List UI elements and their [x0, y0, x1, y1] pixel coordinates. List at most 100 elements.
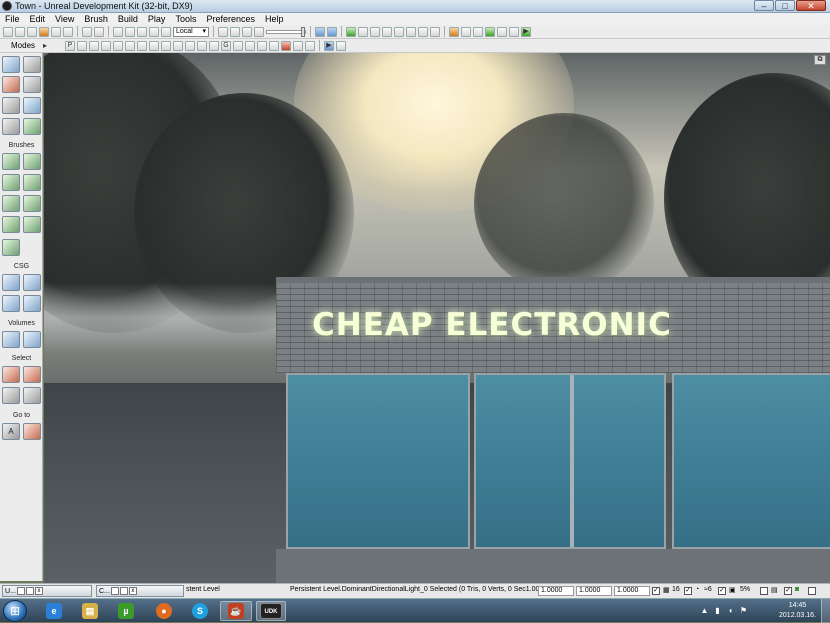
drag-x-field[interactable]: 1.0000 — [538, 586, 574, 596]
binoculars-icon[interactable] — [218, 26, 228, 37]
play-on-pc-icon[interactable] — [461, 26, 471, 37]
close-icon[interactable]: x — [128, 587, 137, 595]
texture-alignment-icon[interactable] — [23, 76, 41, 93]
wireframe-icon[interactable] — [89, 40, 99, 51]
translate-icon[interactable] — [125, 26, 135, 37]
menu-brush[interactable]: Brush — [79, 13, 113, 25]
coordinate-system-select[interactable]: Local ▾ — [173, 26, 209, 37]
game-view-button[interactable]: G — [221, 40, 231, 51]
cone-brush-icon[interactable] — [23, 153, 41, 170]
menu-play[interactable]: Play — [143, 13, 171, 25]
csg-subtract-icon[interactable] — [23, 274, 41, 291]
foliage-mode-icon[interactable] — [2, 118, 20, 135]
show-desktop-button[interactable] — [821, 599, 830, 623]
build-lighting-icon[interactable] — [358, 26, 368, 37]
undo-icon[interactable] — [82, 26, 92, 37]
mesh-paint-icon[interactable] — [2, 97, 20, 114]
extra-checkbox[interactable] — [808, 587, 816, 595]
invert-selection-icon[interactable] — [2, 387, 20, 404]
console-icon[interactable] — [473, 26, 483, 37]
close-button[interactable]: ✕ — [796, 0, 826, 11]
minimize-button[interactable]: – — [754, 0, 774, 11]
copy-icon[interactable] — [63, 26, 73, 37]
detail-lighting-icon[interactable] — [209, 40, 219, 51]
build-cover-icon[interactable] — [382, 26, 392, 37]
maximize-button[interactable]: □ — [775, 0, 795, 11]
show-all-icon[interactable] — [23, 387, 41, 404]
redo-icon[interactable] — [94, 26, 104, 37]
play-on-console-icon[interactable] — [485, 26, 495, 37]
volume-select-icon[interactable] — [23, 331, 41, 348]
build-all-icon[interactable] — [418, 26, 428, 37]
brush-wireframe-icon[interactable] — [101, 40, 111, 51]
cut-icon[interactable] — [51, 26, 61, 37]
maximize-viewport-icon[interactable]: ⧉ — [814, 55, 826, 65]
geometry-mode-icon[interactable] — [23, 56, 41, 73]
open-map-icon[interactable] — [15, 26, 25, 37]
grid-size-value[interactable]: 16 — [672, 586, 680, 593]
lightmass-icon[interactable] — [406, 26, 416, 37]
volume-icon[interactable]: ◖ — [726, 606, 735, 616]
build-paths-icon[interactable] — [370, 26, 380, 37]
minimized-window-2[interactable]: C... x — [96, 585, 184, 597]
light-complexity-icon[interactable] — [149, 40, 159, 51]
maximize-icon[interactable] — [119, 587, 128, 595]
play-in-viewport-icon[interactable] — [449, 26, 459, 37]
generic-browser-icon[interactable] — [230, 26, 240, 37]
start-button[interactable]: ⊞ — [3, 600, 27, 622]
realtime-icon[interactable] — [77, 40, 87, 51]
lock-icon[interactable] — [233, 40, 243, 51]
kismet-icon[interactable] — [242, 26, 252, 37]
build-geometry-icon[interactable] — [346, 26, 356, 37]
slider-thumb[interactable] — [301, 26, 305, 37]
camera-icon[interactable] — [257, 40, 267, 51]
lit-icon[interactable] — [125, 40, 135, 51]
landscape-mode-icon[interactable] — [23, 97, 41, 114]
submit-icon[interactable] — [430, 26, 440, 37]
spiral-stair-brush-icon[interactable] — [2, 216, 20, 233]
kismet-k-icon[interactable] — [509, 26, 519, 37]
menu-build[interactable]: Build — [113, 13, 143, 25]
taskbar-app-skype[interactable]: S — [184, 601, 216, 621]
new-map-icon[interactable] — [3, 26, 13, 37]
perspective-button[interactable]: P — [65, 40, 75, 51]
close-icon[interactable]: x — [34, 587, 43, 595]
rotation-grid-icon[interactable] — [327, 26, 337, 37]
select-icon[interactable] — [113, 26, 123, 37]
camera-mode-icon[interactable] — [2, 56, 20, 73]
menu-help[interactable]: Help — [260, 13, 289, 25]
coverpoint-mode-icon[interactable] — [23, 118, 41, 135]
volumetric-brush-icon[interactable] — [2, 239, 20, 256]
goto-actor-button[interactable]: A — [2, 423, 20, 440]
taskbar-app-explorer[interactable]: ▤ — [74, 601, 106, 621]
save-all-icon[interactable] — [39, 26, 49, 37]
scale-grid-checkbox[interactable]: ✓ — [718, 587, 726, 595]
camera-speed-slider[interactable] — [266, 26, 306, 37]
network-icon[interactable]: ▮ — [713, 606, 722, 616]
lightmap-density-icon[interactable] — [185, 40, 195, 51]
content-browser-icon[interactable] — [497, 26, 507, 37]
menu-edit[interactable]: Edit — [25, 13, 51, 25]
show-flags-icon[interactable] — [245, 40, 255, 51]
taskbar-app-udk[interactable]: UDK — [256, 601, 286, 621]
streaming-icon[interactable] — [269, 40, 279, 51]
maximize-icon[interactable] — [25, 587, 34, 595]
curved-stair-brush-icon[interactable] — [2, 174, 20, 191]
scale-grid-value[interactable]: 5% — [740, 586, 750, 593]
goto-builder-brush-icon[interactable] — [23, 423, 41, 440]
terrain-mode-icon[interactable] — [2, 76, 20, 93]
sheet-brush-icon[interactable] — [23, 195, 41, 212]
sphere-brush-icon[interactable] — [23, 216, 41, 233]
drag-y-field[interactable]: 1.0000 — [576, 586, 612, 596]
cube-brush-icon[interactable] — [2, 153, 20, 170]
matinee-icon[interactable] — [254, 26, 264, 37]
csg-add-icon[interactable] — [2, 274, 20, 291]
taskbar-app-utorrent[interactable]: µ — [110, 601, 142, 621]
shader-complexity-icon[interactable] — [173, 40, 183, 51]
detach-viewport-icon[interactable] — [336, 40, 346, 51]
drag-z-field[interactable]: 1.0000 — [614, 586, 650, 596]
lighting-only-icon[interactable] — [137, 40, 147, 51]
minimized-window-1[interactable]: U... x — [2, 585, 92, 597]
unlit-icon[interactable] — [113, 40, 123, 51]
taskbar-app-java[interactable]: ☕ — [220, 601, 252, 621]
